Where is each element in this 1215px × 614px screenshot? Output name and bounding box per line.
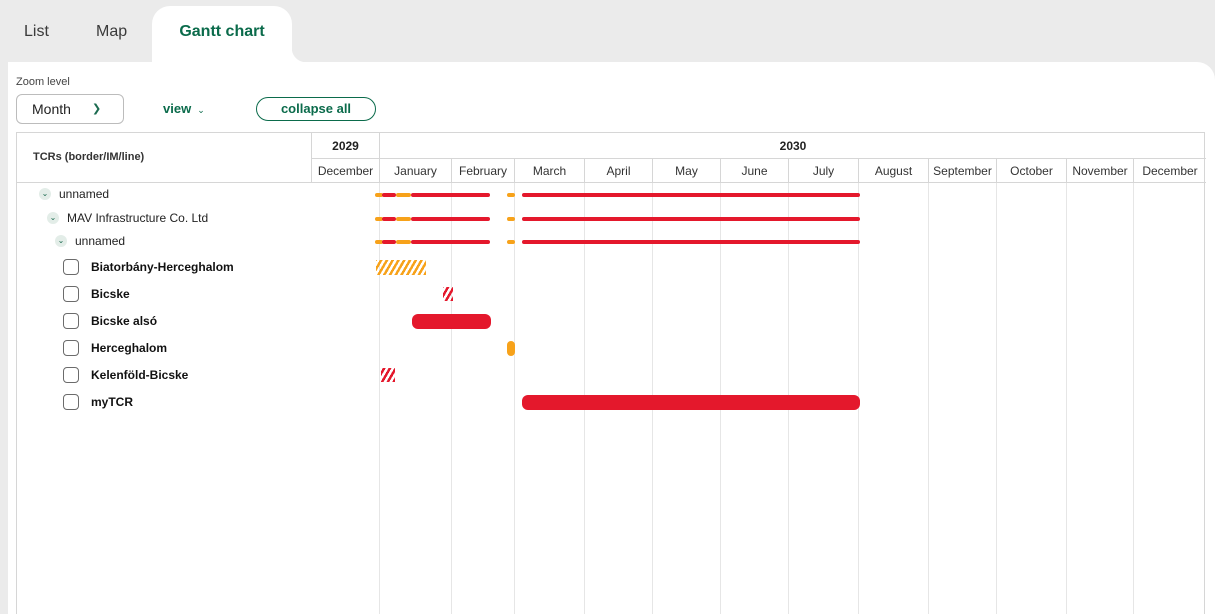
zoom-level-value: Month <box>32 101 71 117</box>
chevron-down-icon[interactable]: ⌄ <box>39 188 51 200</box>
checkbox[interactable] <box>63 286 79 302</box>
gantt-bar[interactable] <box>381 368 395 382</box>
zoom-level-label: Zoom level <box>16 76 70 88</box>
month-gridline <box>514 183 515 614</box>
tcr-row[interactable]: Bicske alsó <box>63 313 157 329</box>
tab-gantt-chart[interactable]: Gantt chart <box>152 6 306 62</box>
month-header: April <box>585 159 653 183</box>
year-header: 2029 <box>312 133 380 159</box>
tree-group-row[interactable]: ⌄ unnamed <box>39 187 109 201</box>
gantt-bar[interactable] <box>382 193 396 197</box>
gantt-panel: Zoom level Month ❯ view ⌄ collapse all TC… <box>8 62 1215 614</box>
gantt-bar[interactable] <box>522 395 860 410</box>
month-gridline <box>1133 183 1134 614</box>
tcr-row[interactable]: Biatorbány-Herceghalom <box>63 259 234 275</box>
month-gridline <box>1066 183 1067 614</box>
gantt-bar[interactable] <box>376 260 426 275</box>
row-label-text: Bicske alsó <box>91 314 158 328</box>
gantt-bar[interactable] <box>411 217 490 221</box>
tree-group-row[interactable]: ⌄ MAV Infrastructure Co. Ltd <box>47 211 208 225</box>
view-label: view <box>163 101 192 116</box>
chevron-down-icon[interactable]: ⌄ <box>47 212 59 224</box>
row-label-text: Herceghalom <box>91 341 168 355</box>
checkbox[interactable] <box>63 340 79 356</box>
row-label-text: Bicske <box>91 287 130 301</box>
gantt-bar[interactable] <box>411 240 490 244</box>
gantt-bar[interactable] <box>382 217 396 221</box>
month-gridline <box>451 183 452 614</box>
row-label-text: MAV Infrastructure Co. Ltd <box>67 211 209 225</box>
gantt-bar[interactable] <box>522 217 860 221</box>
app-window: List Map Gantt chart Zoom level Month ❯ … <box>0 0 1215 614</box>
gantt-bar[interactable] <box>396 193 411 197</box>
month-header: June <box>721 159 789 183</box>
checkbox[interactable] <box>63 367 79 383</box>
tcr-row[interactable]: Herceghalom <box>63 340 167 356</box>
month-gridline <box>928 183 929 614</box>
gantt-bar[interactable] <box>396 217 411 221</box>
month-header: September <box>929 159 997 183</box>
gantt-bar[interactable] <box>522 193 860 197</box>
gantt-left-header: TCRs (border/IM/line) <box>17 133 312 183</box>
year-header: 2030 <box>380 133 1206 159</box>
month-header: February <box>452 159 515 183</box>
month-header: August <box>859 159 929 183</box>
gantt-bar[interactable] <box>507 341 515 356</box>
gantt-bar[interactable] <box>507 217 515 221</box>
checkbox[interactable] <box>63 394 79 410</box>
tab-bar: List Map Gantt chart <box>8 6 1215 62</box>
month-header: July <box>789 159 859 183</box>
row-label-text: myTCR <box>91 395 134 409</box>
gantt-grid: TCRs (border/IM/line) 2029 2030 December Ja… <box>16 132 1206 614</box>
month-header: December <box>312 159 380 183</box>
month-header: December <box>1134 159 1206 183</box>
gantt-bar[interactable] <box>522 240 860 244</box>
month-gridline <box>379 183 380 614</box>
chevron-down-icon: ❯ <box>92 103 102 115</box>
month-header: November <box>1067 159 1134 183</box>
gantt-bar[interactable] <box>382 240 396 244</box>
month-gridline <box>996 183 997 614</box>
tab-list[interactable]: List <box>24 6 49 62</box>
month-header: May <box>653 159 721 183</box>
chevron-down-icon[interactable]: ⌄ <box>55 235 67 247</box>
row-label-text: Kelenföld-Bicske <box>91 368 189 382</box>
row-label-text: unnamed <box>75 234 126 248</box>
tcr-row[interactable]: Bicske <box>63 286 130 302</box>
month-header: October <box>997 159 1067 183</box>
month-header: March <box>515 159 585 183</box>
gantt-bar[interactable] <box>507 193 515 197</box>
tree-group-row[interactable]: ⌄ unnamed <box>55 234 125 248</box>
view-dropdown-button[interactable]: view ⌄ <box>163 101 205 116</box>
row-label-text: Biatorbány-Herceghalom <box>91 260 234 274</box>
checkbox[interactable] <box>63 259 79 275</box>
chevron-down-icon: ⌄ <box>197 105 205 115</box>
tcr-row[interactable]: Kelenföld-Bicske <box>63 367 188 383</box>
gantt-bar[interactable] <box>412 314 491 329</box>
collapse-all-button[interactable]: collapse all <box>256 97 376 121</box>
row-label-text: unnamed <box>59 187 110 201</box>
gantt-bar[interactable] <box>507 240 515 244</box>
tab-map[interactable]: Map <box>96 6 127 62</box>
tcr-row[interactable]: myTCR <box>63 394 133 410</box>
checkbox[interactable] <box>63 313 79 329</box>
month-header: January <box>380 159 452 183</box>
gantt-bar[interactable] <box>443 287 453 301</box>
zoom-level-select[interactable]: Month ❯ <box>16 94 124 124</box>
gantt-bar[interactable] <box>411 193 490 197</box>
gantt-bar[interactable] <box>396 240 411 244</box>
